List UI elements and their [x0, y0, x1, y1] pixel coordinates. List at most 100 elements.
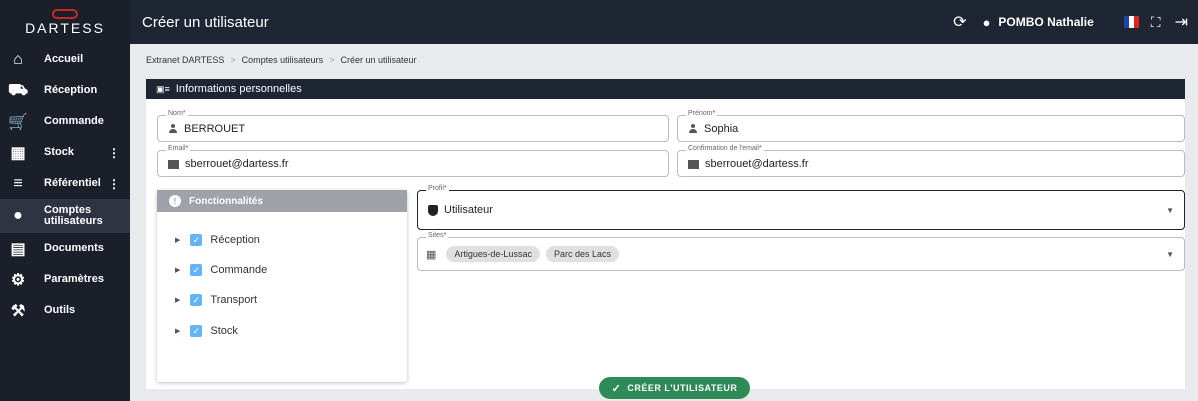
checkbox[interactable]: ✓ [190, 234, 203, 246]
home-icon: ⌂ [13, 50, 23, 68]
sidebar-item-comptes-utilisateurs[interactable]: ● Comptes utilisateurs [0, 199, 130, 233]
shield-badge-icon: ! [169, 195, 181, 207]
profil-select[interactable]: Profil* Utilisateur ▼ [417, 185, 1185, 230]
logo[interactable]: DARTESS [0, 0, 130, 44]
breadcrumb-item: Créer un utilisateur [340, 55, 417, 65]
sidebar-item-label: Réception [44, 84, 98, 96]
sidebar-item-stock[interactable]: ▦ Stock ⋮ [0, 137, 130, 168]
sites-select[interactable]: Sites* ▦ Artigues-de-Lussac Parc des Lac… [417, 232, 1185, 271]
breadcrumb-separator: > [230, 55, 236, 65]
sidebar: DARTESS ⌂ Accueil ⛟ Réception 🛒 Commande… [0, 0, 130, 401]
prenom-value: Sophia [704, 123, 739, 135]
breadcrumb-separator: > [329, 55, 335, 65]
site-chip[interactable]: Parc des Lacs [545, 246, 619, 262]
more-icon[interactable]: ⋮ [108, 146, 120, 160]
checkbox[interactable]: ✓ [190, 264, 203, 276]
person-icon [168, 124, 178, 134]
logout-icon[interactable]: ⇥ [1175, 12, 1188, 32]
sidebar-item-parametres[interactable]: ⚙ Paramètres [0, 264, 130, 295]
sidebar-item-label: Outils [44, 304, 76, 316]
create-user-label: CRÉER L'UTILISATEUR [627, 383, 738, 393]
person-icon [688, 124, 698, 134]
feature-item-stock[interactable]: ▶ ✓ Stock [175, 325, 238, 337]
email-icon [688, 159, 699, 169]
more-icon[interactable]: ⋮ [108, 177, 120, 191]
id-card-icon: ▣≡ [156, 83, 170, 94]
field-label: Email* [166, 145, 191, 152]
email-field[interactable]: Email* sberrouet@dartess.fr [157, 145, 669, 177]
page-title: Créer un utilisateur [142, 13, 269, 31]
prenom-field[interactable]: Prénom* Sophia [677, 110, 1185, 142]
feature-label: Stock [210, 325, 238, 337]
sidebar-item-documents[interactable]: ▤ Documents [0, 233, 130, 264]
sidebar-item-referentiel[interactable]: ≡ Référentiel ⋮ [0, 168, 130, 199]
feature-item-commande[interactable]: ▶ ✓ Commande [175, 264, 267, 276]
checkbox[interactable]: ✓ [190, 325, 203, 337]
shield-icon [428, 204, 438, 216]
sidebar-item-label: Paramètres [44, 273, 104, 285]
warehouse-icon: ▦ [10, 144, 26, 162]
feature-item-reception[interactable]: ▶ ✓ Réception [175, 234, 260, 246]
feature-label: Transport [210, 294, 258, 306]
breadcrumb-item[interactable]: Comptes utilisateurs [242, 55, 324, 65]
feature-label: Commande [210, 264, 268, 276]
create-user-button[interactable]: ✓ CRÉER L'UTILISATEUR [599, 377, 750, 399]
feature-item-transport[interactable]: ▶ ✓ Transport [175, 294, 257, 306]
caret-right-icon[interactable]: ▶ [175, 296, 180, 304]
email-confirm-field[interactable]: Confirmation de l'email* sberrouet@darte… [677, 145, 1185, 177]
sidebar-item-label: Référentiel [44, 177, 101, 189]
checkbox[interactable]: ✓ [190, 294, 203, 306]
field-label: Nom* [166, 110, 188, 117]
section-header: ▣≡ Informations personnelles [146, 79, 1185, 99]
field-label: Profil* [426, 185, 449, 192]
sidebar-item-label: Commande [44, 115, 104, 127]
email-value: sberrouet@dartess.fr [185, 158, 289, 170]
document-icon: ▤ [10, 240, 26, 258]
section-title: Informations personnelles [175, 83, 302, 95]
features-title: Fonctionnalités [189, 195, 263, 207]
breadcrumb: Extranet DARTESS > Comptes utilisateurs … [146, 55, 417, 65]
email-confirm-value: sberrouet@dartess.fr [705, 158, 809, 170]
user-name[interactable]: POMBO Nathalie [998, 15, 1093, 29]
field-label: Prénom* [686, 110, 718, 117]
caret-right-icon[interactable]: ▶ [175, 327, 180, 335]
logo-mark [52, 8, 78, 19]
nom-field[interactable]: Nom* BERROUET [157, 110, 669, 142]
field-label: Confirmation de l'email* [686, 145, 764, 152]
nom-value: BERROUET [184, 123, 246, 135]
caret-right-icon[interactable]: ▶ [175, 236, 180, 244]
email-icon [168, 159, 179, 169]
field-label: Sites* [426, 232, 449, 239]
features-header: ! Fonctionnalités [157, 190, 407, 212]
sidebar-item-label: Accueil [44, 53, 84, 65]
site-chip[interactable]: Artigues-de-Lussac [446, 246, 540, 262]
refresh-icon[interactable]: ⟳ [953, 12, 966, 32]
user-icon: ● [13, 207, 23, 224]
sidebar-item-label: Documents [44, 242, 104, 254]
check-icon: ✓ [611, 382, 622, 395]
chevron-down-icon[interactable]: ▼ [1166, 206, 1174, 215]
topbar-actions: ⟳ ● POMBO Nathalie ⛶ ⇥ [953, 0, 1198, 44]
caret-right-icon[interactable]: ▶ [175, 266, 180, 274]
logo-text: DARTESS [25, 19, 105, 36]
sidebar-item-accueil[interactable]: ⌂ Accueil [0, 44, 130, 75]
sidebar-item-label: Stock [44, 146, 74, 158]
feature-label: Réception [210, 234, 260, 246]
topbar: Créer un utilisateur ⟳ ● POMBO Nathalie … [130, 0, 1198, 44]
chevron-down-icon[interactable]: ▼ [1166, 250, 1174, 259]
gear-icon: ⚙ [10, 271, 26, 289]
sidebar-item-outils[interactable]: ⚒ Outils [0, 295, 130, 326]
features-panel: ! Fonctionnalités ▶ ✓ Réception ▶ ✓ Comm… [157, 190, 407, 382]
fullscreen-icon[interactable]: ⛶ [1151, 14, 1161, 31]
french-flag-icon[interactable] [1123, 16, 1139, 28]
breadcrumb-item[interactable]: Extranet DARTESS [146, 55, 224, 65]
dolly-icon: ⛟ [7, 81, 29, 99]
sidebar-item-label: Comptes utilisateurs [44, 204, 103, 227]
user-avatar-icon[interactable]: ● [983, 15, 991, 30]
sidebar-item-reception[interactable]: ⛟ Réception [0, 75, 130, 106]
sidebar-item-commande[interactable]: 🛒 Commande [0, 106, 130, 137]
database-icon: ≡ [13, 174, 23, 192]
cart-icon: 🛒 [8, 113, 28, 131]
profil-value: Utilisateur [444, 204, 493, 216]
building-icon: ▦ [426, 248, 437, 261]
